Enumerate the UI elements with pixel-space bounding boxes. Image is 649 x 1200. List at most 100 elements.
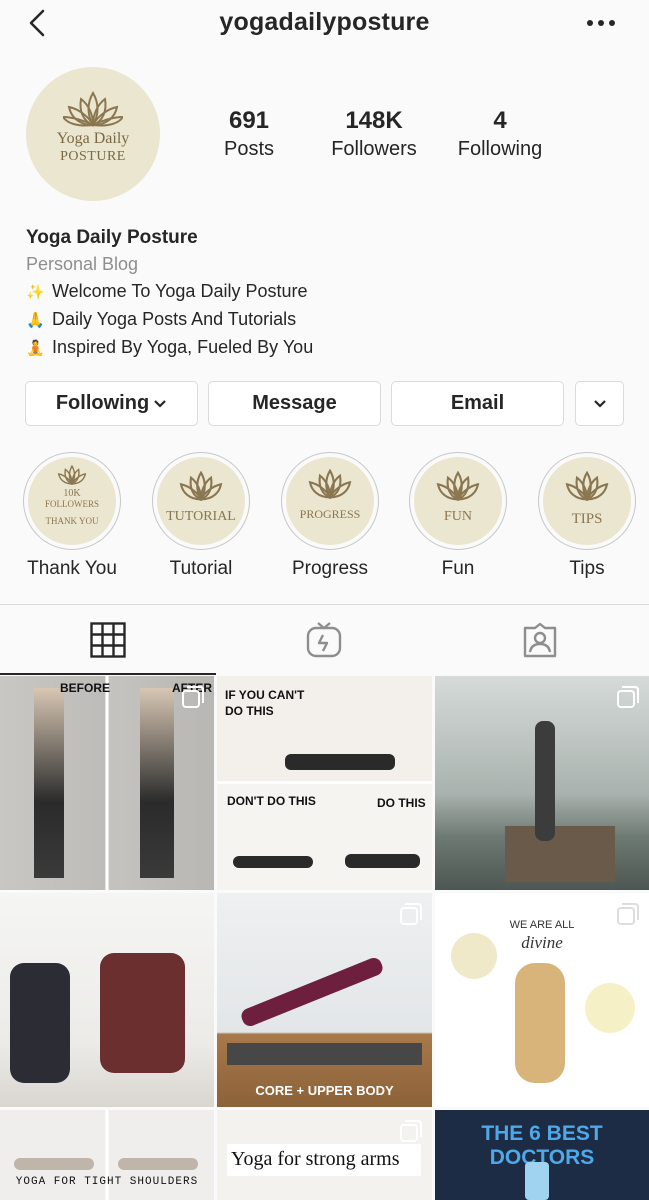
email-button-label: Email bbox=[450, 392, 505, 414]
following-label: Following bbox=[457, 138, 543, 160]
grid-icon bbox=[90, 622, 126, 658]
lotus-logo-icon bbox=[179, 471, 223, 501]
highlight-cover-text: Progress bbox=[299, 507, 361, 521]
profile-username: yogadailyposture bbox=[219, 8, 430, 36]
highlight-ring: Tutorial bbox=[152, 452, 250, 550]
email-button[interactable]: Email bbox=[391, 381, 564, 426]
bio-line-text: Welcome To Yoga Daily Posture bbox=[52, 281, 308, 301]
post-thumbnail[interactable]: YOGA FOR TIGHT SHOULDERS bbox=[0, 1110, 214, 1200]
sparkles-icon: ✨ bbox=[26, 284, 45, 301]
post-thumbnail[interactable]: CORE + UPPER BODY bbox=[217, 893, 432, 1107]
profile-bio: Yoga Daily Posture Personal Blog ✨ Welcom… bbox=[26, 225, 626, 362]
profile-tabs bbox=[0, 604, 649, 675]
highlight-tips[interactable]: Tips Tips bbox=[536, 452, 638, 580]
tab-tagged[interactable] bbox=[432, 605, 648, 675]
highlight-cover-text: Fun bbox=[443, 509, 472, 524]
post-thumbnail[interactable]: Yoga for strong arms bbox=[217, 1110, 432, 1200]
meditation-icon: 🧘 bbox=[26, 340, 45, 357]
post-figure bbox=[285, 754, 395, 770]
post-overlay-text: divine bbox=[521, 933, 563, 952]
highlight-fun[interactable]: Fun Fun bbox=[407, 452, 509, 580]
post-thumbnail[interactable]: THE 6 BEST DOCTORS bbox=[435, 1110, 649, 1200]
following-button[interactable]: Following bbox=[25, 381, 198, 426]
highlight-label: Tips bbox=[569, 558, 605, 579]
highlight-label: Progress bbox=[291, 558, 369, 579]
profile-avatar[interactable]: Yoga Daily Posture bbox=[26, 67, 160, 201]
post-thumbnail[interactable] bbox=[435, 676, 649, 890]
bio-line-text: Inspired By Yoga, Fueled By You bbox=[52, 337, 314, 357]
highlight-ring: 10K FOLLOWERS THANK YOU bbox=[23, 452, 121, 550]
carousel-icon bbox=[617, 686, 639, 708]
highlight-cover-text: 10K bbox=[63, 488, 81, 499]
highlight-cover: Tips bbox=[543, 457, 631, 545]
message-button-label: Message bbox=[252, 392, 337, 414]
post-figure bbox=[525, 1162, 549, 1200]
post-overlay-text: Yoga for strong arms bbox=[231, 1148, 400, 1170]
tagged-icon bbox=[523, 622, 557, 658]
post-thumbnail[interactable]: BEFORE AFTER bbox=[0, 676, 214, 890]
post-figure bbox=[118, 1158, 198, 1170]
profile-category: Personal Blog bbox=[26, 254, 139, 274]
more-options-icon[interactable] bbox=[583, 16, 619, 30]
post-thumbnail[interactable]: WE ARE ALL divine bbox=[435, 893, 649, 1107]
tab-igtv[interactable] bbox=[216, 605, 432, 675]
post-decoration bbox=[585, 983, 635, 1033]
followers-label: Followers bbox=[331, 138, 417, 160]
post-figure bbox=[10, 963, 70, 1083]
post-thumbnail[interactable] bbox=[0, 893, 214, 1107]
post-thumbnail[interactable]: IF YOU CAN'T DO THIS DON'T DO THIS DO TH… bbox=[217, 676, 432, 890]
highlight-cover: Tutorial bbox=[157, 457, 245, 545]
profile-display-name: Yoga Daily Posture bbox=[26, 227, 198, 248]
post-figure bbox=[239, 955, 385, 1029]
highlight-cover: 10K FOLLOWERS THANK YOU bbox=[28, 457, 116, 545]
following-button-label: Following bbox=[55, 392, 150, 414]
posts-stat[interactable]: 691 Posts bbox=[190, 107, 308, 163]
highlight-ring: Progress bbox=[281, 452, 379, 550]
lotus-logo-icon bbox=[63, 91, 123, 127]
message-button[interactable]: Message bbox=[208, 381, 381, 426]
profile-stats: 691 Posts 148K Followers 4 Following bbox=[190, 107, 570, 167]
highlight-ring: Fun bbox=[409, 452, 507, 550]
highlight-cover: Fun bbox=[414, 457, 502, 545]
post-figure bbox=[14, 1158, 94, 1170]
posts-label: Posts bbox=[223, 138, 275, 160]
carousel-icon bbox=[400, 1120, 422, 1142]
bio-line: 🧘 Inspired By Yoga, Fueled By You bbox=[26, 334, 626, 362]
highlight-cover-text: Tutorial bbox=[166, 509, 236, 524]
igtv-icon bbox=[306, 622, 342, 658]
highlight-tutorial[interactable]: Tutorial Tutorial bbox=[150, 452, 252, 580]
post-overlay-text: YOGA FOR TIGHT SHOULDERS bbox=[15, 1176, 199, 1188]
post-figure bbox=[515, 963, 565, 1083]
post-overlay-text: IF YOU CAN'T bbox=[225, 688, 305, 702]
highlight-cover: Progress bbox=[286, 457, 374, 545]
lotus-logo-icon bbox=[57, 465, 87, 485]
post-figure bbox=[140, 688, 174, 878]
chevron-down-icon bbox=[593, 399, 606, 408]
post-overlay-text: CORE + UPPER BODY bbox=[255, 1083, 394, 1098]
avatar-logo-text-1: Yoga Daily bbox=[56, 130, 130, 147]
highlight-progress[interactable]: Progress Progress bbox=[279, 452, 381, 580]
followers-stat[interactable]: 148K Followers bbox=[318, 107, 430, 163]
following-stat[interactable]: 4 Following bbox=[448, 107, 552, 163]
highlight-label: Tutorial bbox=[169, 558, 233, 579]
followers-count: 148K bbox=[345, 107, 403, 134]
suggested-accounts-button[interactable] bbox=[575, 381, 624, 426]
posts-grid: BEFORE AFTER IF YOU CAN'T DO THIS DON'T … bbox=[0, 676, 649, 1200]
carousel-icon bbox=[182, 686, 204, 708]
highlight-label: Fun bbox=[441, 558, 475, 579]
highlight-ring: Tips bbox=[538, 452, 636, 550]
highlight-cover-text: FOLLOWERS bbox=[45, 499, 99, 509]
post-figure bbox=[535, 721, 555, 841]
post-overlay-text: DO THIS bbox=[377, 796, 426, 810]
bio-line-text: Daily Yoga Posts And Tutorials bbox=[52, 309, 297, 329]
carousel-icon bbox=[400, 903, 422, 925]
post-dock bbox=[505, 826, 615, 882]
post-figure bbox=[34, 688, 64, 878]
posts-count: 691 bbox=[228, 107, 270, 134]
bio-line: 🙏 Daily Yoga Posts And Tutorials bbox=[26, 306, 626, 334]
highlight-thank-you[interactable]: 10K FOLLOWERS THANK YOU Thank You bbox=[21, 452, 123, 580]
post-mat bbox=[227, 1043, 422, 1065]
following-count: 4 bbox=[493, 107, 507, 134]
tab-grid[interactable] bbox=[0, 605, 216, 675]
post-figure bbox=[345, 854, 420, 868]
